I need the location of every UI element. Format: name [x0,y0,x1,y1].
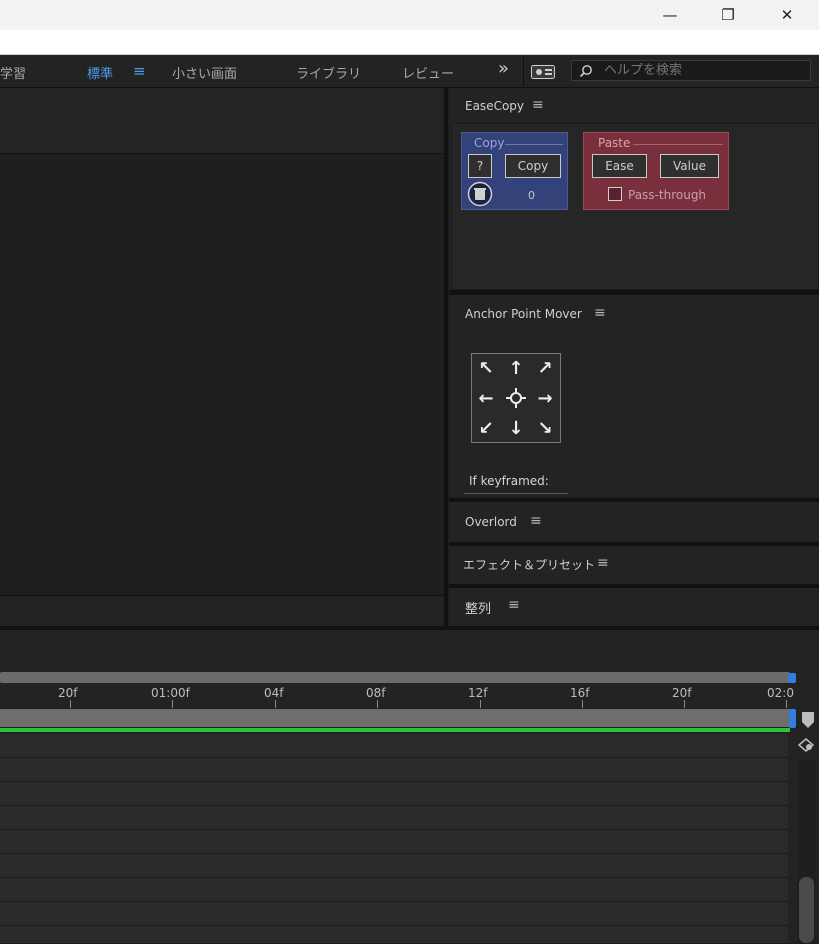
arrow-up-left-icon[interactable]: ↖ [472,354,500,382]
overlord-menu-icon[interactable]: ≡ [530,513,542,529]
passthrough-label: Pass-through [628,188,707,202]
workspace-tab-review[interactable]: レビュー [402,63,454,82]
align-panel[interactable] [449,588,819,626]
menu-strip [0,30,819,55]
arrow-up-icon[interactable]: ↑ [502,354,530,382]
arrow-right-icon[interactable]: → [531,384,559,412]
work-area-bar[interactable] [0,709,790,727]
paste-value-button[interactable]: Value [660,154,719,178]
tick-mark [684,700,685,708]
effects-menu-icon[interactable]: ≡ [597,555,609,571]
timeline-row[interactable] [0,782,788,806]
align-title: 整列 [465,602,492,617]
time-ruler-tick: 02:0 [767,686,794,700]
navigator-end-handle[interactable] [788,673,796,683]
timeline-navigator-bar[interactable] [0,672,790,683]
help-button[interactable]: ? [468,154,492,178]
align-menu-icon[interactable]: ≡ [508,597,520,613]
comp-marker-icon[interactable] [801,711,815,729]
effects-title: エフェクト＆プリセット [463,558,596,572]
workspace-tab-standard[interactable]: 標準 [87,63,113,82]
clear-icon[interactable] [467,181,493,207]
close-button[interactable]: ✕ [758,0,816,30]
minimize-button[interactable]: — [641,0,699,30]
tick-mark [275,700,276,708]
divider [505,144,563,145]
overlord-title: Overlord [465,515,517,529]
restore-button[interactable]: ❐ [699,0,757,30]
time-ruler-tick: 20f [58,686,78,700]
arrow-up-right-icon[interactable]: ↗ [531,354,559,382]
composition-header [0,88,444,154]
anchor-menu-icon[interactable]: ≡ [594,305,606,321]
divider [0,595,444,596]
paste-group-legend: Paste [598,136,631,150]
playhead-handle[interactable] [789,709,796,728]
copy-count: 0 [528,189,535,202]
divider [523,56,524,86]
passthrough-checkbox[interactable] [608,187,622,201]
panel-splitter[interactable] [444,88,448,626]
divider [633,144,723,145]
copy-button[interactable]: Copy [505,154,561,178]
arrow-left-icon[interactable]: ← [472,384,500,412]
tick-mark [480,700,481,708]
comp-button-icon[interactable] [797,737,815,753]
minimize-icon: — [662,6,678,24]
timeline-row[interactable] [0,830,788,854]
timeline-row[interactable] [0,926,788,944]
search-icon [579,65,592,78]
workspace-settings-icon[interactable] [531,64,555,79]
arrow-down-right-icon[interactable]: ↘ [531,414,559,442]
time-ruler-tick: 20f [672,686,692,700]
time-ruler-tick: 12f [468,686,488,700]
timeline-row[interactable] [0,758,788,782]
timeline-row[interactable] [0,734,788,758]
easecopy-menu-icon[interactable]: ≡ [532,97,544,113]
tick-mark [172,700,173,708]
tick-mark [70,700,71,708]
workspace-tab-libraries[interactable]: ライブラリ [296,63,361,82]
timeline-row[interactable] [0,806,788,830]
timeline-row[interactable] [0,878,788,902]
close-icon: ✕ [780,6,794,24]
arrow-down-icon[interactable]: ↓ [502,414,530,442]
time-ruler-tick: 16f [570,686,590,700]
window-titlebar: — ❐ ✕ [0,0,819,30]
search-input[interactable] [604,62,804,79]
tick-mark [377,700,378,708]
restore-icon: ❐ [721,6,735,24]
anchor-title: Anchor Point Mover [465,307,582,321]
divider [464,493,568,494]
tick-mark [582,700,583,708]
timeline-row[interactable] [0,854,788,878]
workspace-tab-learn[interactable]: 学習 [0,63,26,82]
time-ruler-tick: 04f [264,686,284,700]
copy-group-legend: Copy [474,136,505,150]
composition-viewer[interactable] [0,154,444,595]
time-ruler-tick: 08f [366,686,386,700]
help-search[interactable] [571,60,811,81]
if-keyframed-label: If keyframed: [469,474,549,488]
center-crosshair-icon[interactable] [502,384,530,412]
workspace-tab-small-screen[interactable]: 小さい画面 [172,63,237,82]
tick-mark [786,700,787,708]
paste-ease-button[interactable]: Ease [592,154,647,178]
easecopy-title: EaseCopy [465,99,525,113]
time-ruler-tick: 01:00f [151,686,190,700]
workspace-menu-icon[interactable]: ≡ [133,62,146,80]
timeline-scrollbar-thumb[interactable] [799,877,814,943]
work-area-green-bar [0,728,790,732]
timeline-row[interactable] [0,902,788,926]
arrow-down-left-icon[interactable]: ↙ [472,414,500,442]
overflow-chevron-icon[interactable]: » [498,58,509,79]
